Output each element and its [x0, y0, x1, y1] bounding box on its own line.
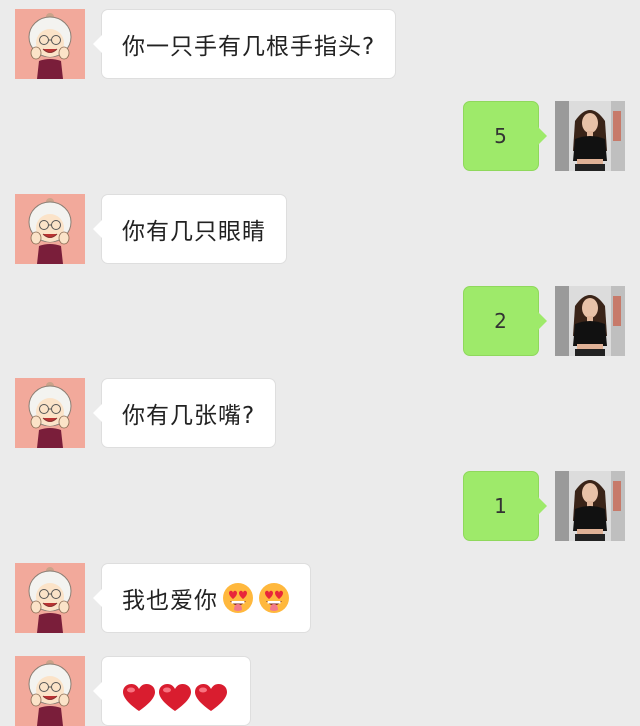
- avatar-grandma[interactable]: [15, 563, 85, 633]
- message-bubble-incoming[interactable]: 你有几只眼睛: [93, 194, 287, 264]
- avatar-grandma[interactable]: [15, 656, 85, 726]
- message-bubble-incoming[interactable]: [93, 656, 251, 726]
- chat-area[interactable]: 你一只手有几根手指头? 5 你有几只眼睛 2 你有几张嘴? 1 我也爱你: [0, 0, 640, 726]
- message-bubble-outgoing[interactable]: 1: [463, 471, 547, 541]
- message-text: 你有几张嘴?: [122, 403, 256, 429]
- avatar-user[interactable]: [555, 286, 625, 356]
- message-text: 我也爱你: [122, 588, 218, 614]
- avatar-user[interactable]: [555, 101, 625, 171]
- message-text: 2: [494, 309, 508, 333]
- heart-eyes-tongue-emoji: [222, 582, 254, 614]
- red-heart-emoji: [122, 683, 156, 713]
- message-bubble-incoming[interactable]: 你有几张嘴?: [92, 378, 277, 448]
- avatar-grandma[interactable]: [15, 378, 85, 448]
- message-bubble-outgoing[interactable]: 5: [463, 101, 547, 171]
- avatar-grandma[interactable]: [15, 194, 85, 264]
- message-bubble-incoming[interactable]: 你一只手有几根手指头?: [92, 9, 397, 79]
- avatar-user[interactable]: [555, 471, 625, 541]
- heart-eyes-tongue-emoji: [258, 582, 290, 614]
- message-text: 你一只手有几根手指头?: [122, 34, 376, 60]
- red-heart-emoji: [194, 683, 228, 713]
- message-text: 1: [494, 494, 508, 518]
- message-text: 5: [494, 124, 508, 148]
- avatar-grandma[interactable]: [15, 9, 85, 79]
- message-text: 你有几只眼睛: [122, 219, 266, 245]
- message-bubble-incoming[interactable]: 我也爱你: [93, 563, 311, 633]
- red-heart-emoji: [158, 683, 192, 713]
- message-bubble-outgoing[interactable]: 2: [463, 286, 547, 356]
